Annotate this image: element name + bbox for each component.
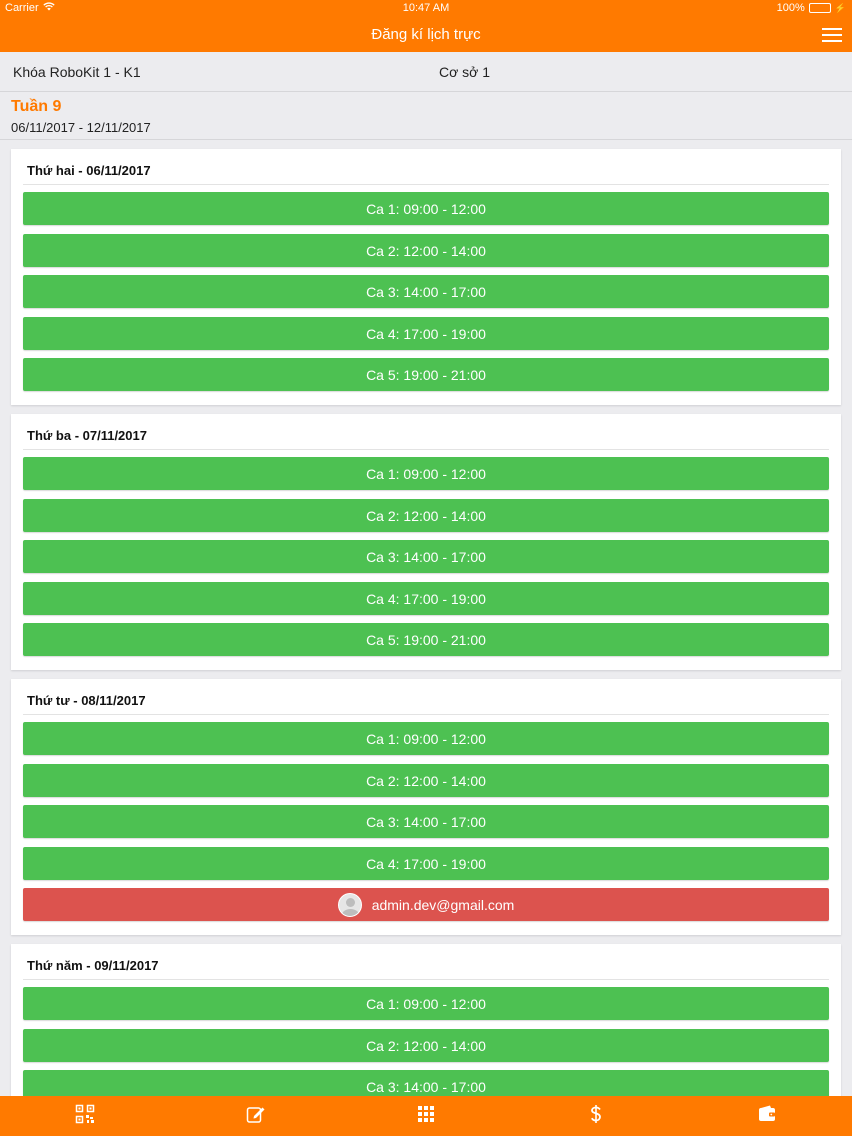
day-title: Thứ ba - 07/11/2017 [27, 428, 147, 443]
day-card: Thứ năm - 09/11/2017 Ca 1: 09:00 - 12:00… [11, 944, 841, 1096]
course-selector[interactable]: Khóa RoboKit 1 - K1 [13, 64, 141, 80]
registered-shift-button[interactable]: admin.dev@gmail.com [23, 888, 829, 921]
shift-button[interactable]: Ca 1: 09:00 - 12:00 [23, 192, 829, 225]
shift-button[interactable]: Ca 4: 17:00 - 19:00 [23, 582, 829, 615]
battery-percent: 100% [776, 2, 805, 14]
menu-icon[interactable] [822, 28, 842, 42]
branch-selector[interactable]: Cơ sở 1 [439, 64, 490, 80]
charging-icon: ⚡ [834, 2, 846, 13]
shift-button[interactable]: Ca 1: 09:00 - 12:00 [23, 722, 829, 755]
shift-button[interactable]: Ca 5: 19:00 - 21:00 [23, 623, 829, 656]
filter-bar: Khóa RoboKit 1 - K1 Cơ sở 1 [0, 52, 852, 92]
day-card: Thứ ba - 07/11/2017 Ca 1: 09:00 - 12:00 … [11, 414, 841, 670]
day-card: Thứ hai - 06/11/2017 Ca 1: 09:00 - 12:00… [11, 149, 841, 405]
app-header: Carrier 10:47 AM 100% ⚡ Đăng kí lịch trự… [0, 0, 852, 52]
shift-button[interactable]: Ca 1: 09:00 - 12:00 [23, 457, 829, 490]
dollar-icon [586, 1104, 606, 1129]
schedule-list[interactable]: Thứ hai - 06/11/2017 Ca 1: 09:00 - 12:00… [0, 140, 852, 1096]
week-header: Tuần 9 06/11/2017 - 12/11/2017 [0, 92, 852, 140]
status-time: 10:47 AM [402, 2, 450, 14]
registered-user-email: admin.dev@gmail.com [371, 896, 515, 913]
day-title: Thứ tư - 08/11/2017 [27, 693, 146, 708]
shift-button[interactable]: Ca 1: 09:00 - 12:00 [23, 987, 829, 1020]
tab-grid[interactable] [341, 1096, 511, 1136]
tab-qr[interactable] [0, 1096, 170, 1136]
qr-code-icon [75, 1104, 95, 1129]
shift-button[interactable]: Ca 2: 12:00 - 14:00 [23, 234, 829, 267]
wallet-icon [757, 1104, 777, 1129]
page-title: Đăng kí lịch trực [371, 26, 481, 43]
day-title: Thứ năm - 09/11/2017 [27, 958, 159, 973]
tab-bar [0, 1096, 852, 1136]
shift-button[interactable]: Ca 4: 17:00 - 19:00 [23, 317, 829, 350]
shift-button[interactable]: Ca 4: 17:00 - 19:00 [23, 847, 829, 880]
day-card: Thứ tư - 08/11/2017 Ca 1: 09:00 - 12:00 … [11, 679, 841, 935]
week-range: 06/11/2017 - 12/11/2017 [11, 120, 151, 135]
tab-payment[interactable] [511, 1096, 681, 1136]
shift-button[interactable]: Ca 3: 14:00 - 17:00 [23, 540, 829, 573]
grid-icon [416, 1104, 436, 1129]
week-label: Tuần 9 [11, 98, 62, 115]
tab-edit[interactable] [170, 1096, 340, 1136]
shift-button[interactable]: Ca 2: 12:00 - 14:00 [23, 1029, 829, 1062]
avatar [337, 892, 362, 917]
edit-icon [246, 1104, 266, 1129]
shift-button[interactable]: Ca 2: 12:00 - 14:00 [23, 764, 829, 797]
shift-button[interactable]: Ca 3: 14:00 - 17:00 [23, 275, 829, 308]
shift-button[interactable]: Ca 5: 19:00 - 21:00 [23, 358, 829, 391]
day-title: Thứ hai - 06/11/2017 [27, 163, 151, 178]
status-bar: Carrier 10:47 AM 100% ⚡ [0, 0, 852, 16]
battery-icon [808, 3, 831, 13]
shift-button[interactable]: Ca 3: 14:00 - 17:00 [23, 805, 829, 838]
shift-button[interactable]: Ca 2: 12:00 - 14:00 [23, 499, 829, 532]
shift-button[interactable]: Ca 3: 14:00 - 17:00 [23, 1070, 829, 1096]
tab-wallet[interactable] [682, 1096, 852, 1136]
